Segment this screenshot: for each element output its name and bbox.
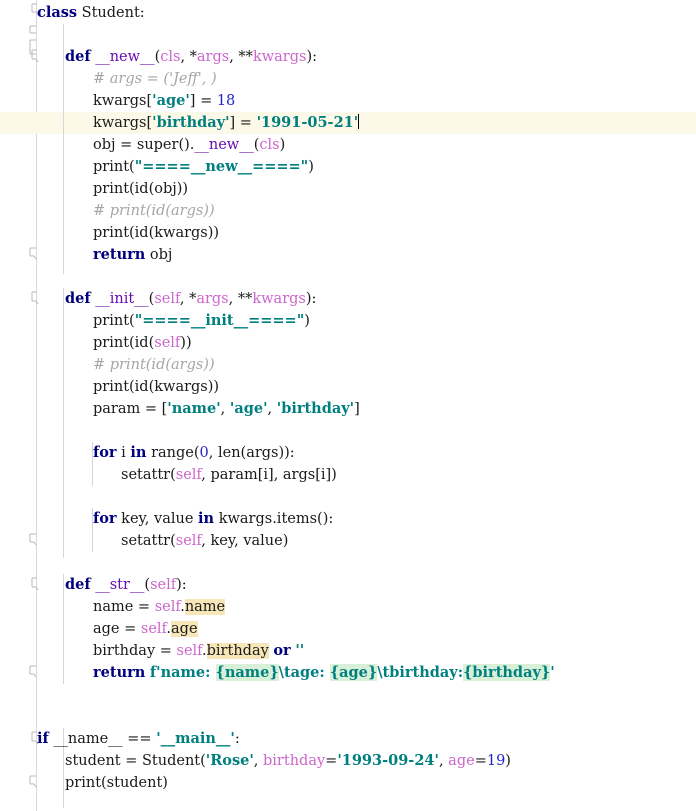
code-line[interactable]: name = self.name <box>0 596 696 618</box>
code-line[interactable]: print("====__new__====") <box>0 156 696 178</box>
code-line[interactable]: return f'name: {name}\tage: {age}\tbirth… <box>0 662 696 684</box>
highlighted-attribute-age: age <box>171 621 198 637</box>
fstring-expr-birthday: {birthday} <box>463 664 551 681</box>
code-line[interactable]: print(id(obj)) <box>0 178 696 200</box>
fstring-expr-age: {age} <box>329 664 378 681</box>
code-line[interactable]: # print(id(args)) <box>0 200 696 222</box>
code-line[interactable]: return obj <box>0 244 696 266</box>
code-line[interactable]: print("====__init__====") <box>0 310 696 332</box>
code-line[interactable]: def __init__(self, *args, **kwargs): <box>0 288 696 310</box>
fstring-expr-name: {name} <box>215 664 279 681</box>
code-line[interactable]: setattr(self, param[i], args[i]) <box>0 464 696 486</box>
code-line[interactable]: # print(id(args)) <box>0 354 696 376</box>
code-editor[interactable]: class Student: def __new__(cls, *args, *… <box>0 0 696 811</box>
text-caret <box>358 114 360 129</box>
code-line[interactable]: def __str__(self): <box>0 574 696 596</box>
code-line[interactable]: print(id(self)) <box>0 332 696 354</box>
code-line[interactable]: age = self.age <box>0 618 696 640</box>
code-line[interactable]: print(id(kwargs)) <box>0 376 696 398</box>
code-line[interactable]: birthday = self.birthday or '' <box>0 640 696 662</box>
code-content[interactable]: class Student: def __new__(cls, *args, *… <box>0 0 696 811</box>
highlighted-attribute-name: name <box>184 599 226 615</box>
code-line[interactable]: for key, value in kwargs.items(): <box>0 508 696 530</box>
code-line[interactable]: setattr(self, key, value) <box>0 530 696 552</box>
code-line[interactable]: obj = super().__new__(cls) <box>0 134 696 156</box>
code-line-current[interactable]: kwargs['birthday'] = '1991-05-21' <box>0 112 696 134</box>
code-line[interactable]: print(student) <box>0 772 696 794</box>
code-line[interactable]: param = ['name', 'age', 'birthday'] <box>0 398 696 420</box>
code-line[interactable]: print(id(kwargs)) <box>0 222 696 244</box>
code-line[interactable]: if __name__ == '__main__': <box>0 728 696 750</box>
code-line[interactable]: def __new__(cls, *args, **kwargs): <box>0 46 696 68</box>
code-line[interactable]: # args = ('Jeff', ) <box>0 68 696 90</box>
code-line[interactable]: class Student: <box>0 2 696 24</box>
code-line[interactable]: kwargs['age'] = 18 <box>0 90 696 112</box>
code-line[interactable]: for i in range(0, len(args)): <box>0 442 696 464</box>
code-line[interactable]: student = Student('Rose', birthday='1993… <box>0 750 696 772</box>
highlighted-attribute-birthday: birthday <box>206 643 269 659</box>
